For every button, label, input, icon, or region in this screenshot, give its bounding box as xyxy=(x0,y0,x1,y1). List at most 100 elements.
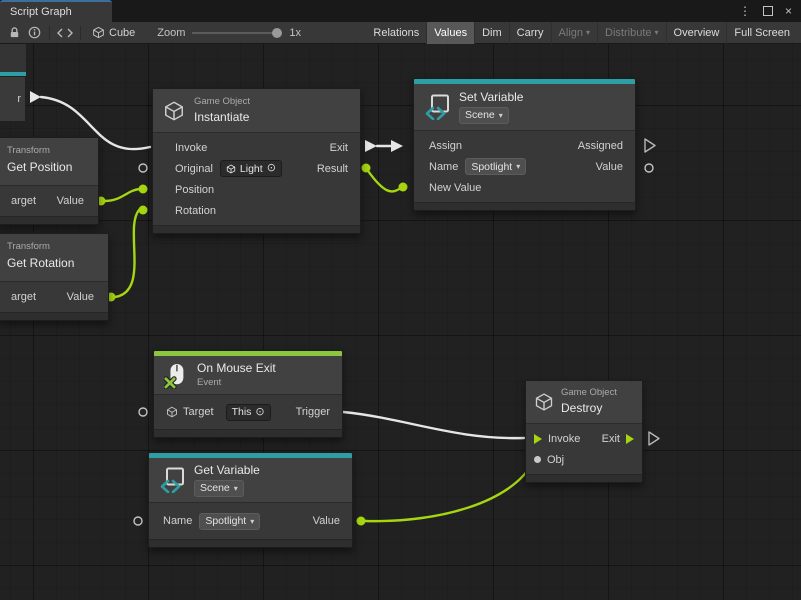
maximize-icon[interactable] xyxy=(763,6,773,16)
node-footer xyxy=(0,312,108,320)
pin-position-input[interactable] xyxy=(139,185,148,194)
node-footer xyxy=(154,429,342,437)
wire-getposition-to-position[interactable] xyxy=(105,189,140,201)
name-port-label: Name xyxy=(429,161,458,173)
graph-owner: Cube xyxy=(92,26,135,39)
flow-arrow-icon[interactable] xyxy=(534,434,542,444)
fragment-port-label: r xyxy=(17,93,21,105)
node-header: Game Object Instantiate xyxy=(153,89,360,132)
zoom-slider-handle[interactable] xyxy=(272,28,282,38)
tab-bar: Script Graph ⋮ × xyxy=(0,0,801,22)
variable-name-dropdown[interactable]: Spotlight ▾ xyxy=(465,158,526,175)
close-icon[interactable]: × xyxy=(785,5,792,17)
original-object-field[interactable]: Light ⊙ xyxy=(220,160,282,177)
chevron-down-icon: ▾ xyxy=(250,517,254,526)
node-on-mouse-exit[interactable]: On Mouse Exit Event Target This ⊙ Trigge… xyxy=(153,350,343,438)
obj-port-label: Obj xyxy=(547,454,564,466)
zoom-label: Zoom xyxy=(157,27,185,39)
obj-port-pin[interactable] xyxy=(534,456,541,463)
edge-node-fragment[interactable]: r xyxy=(0,76,26,122)
pin-rotation-input[interactable] xyxy=(139,206,148,215)
pin-target-input[interactable] xyxy=(139,408,147,416)
node-ports: arget Value xyxy=(0,281,108,312)
pin-value-output-get-variable[interactable] xyxy=(357,517,366,526)
zoom-slider[interactable] xyxy=(192,26,282,40)
tab-script-graph[interactable]: Script Graph xyxy=(0,0,112,22)
zoom-slider-track[interactable] xyxy=(192,32,282,34)
window-menu-icon[interactable]: ⋮ xyxy=(739,5,751,17)
original-port-label: Original xyxy=(175,163,213,175)
target-object-field[interactable]: This ⊙ xyxy=(226,404,271,421)
chevron-down-icon: ▾ xyxy=(234,484,238,493)
chevron-down-icon: ▾ xyxy=(655,28,659,37)
port-row: Invoke Exit xyxy=(153,137,360,158)
overview-button[interactable]: Overview xyxy=(666,22,727,44)
node-get-variable[interactable]: Get Variable Scene ▾ Name Spotlight ▾ Va… xyxy=(148,452,353,548)
variable-name-value: Spotlight xyxy=(205,515,246,527)
pin-value-output-set-variable[interactable] xyxy=(645,164,653,172)
result-port-label: Result xyxy=(317,163,348,175)
pin-new-value-input[interactable] xyxy=(399,183,408,192)
scope-value: Scene xyxy=(465,109,495,121)
position-port-label: Position xyxy=(175,184,214,196)
node-ports: Target This ⊙ Trigger xyxy=(154,394,342,429)
lock-icon[interactable] xyxy=(4,23,24,43)
object-picker-icon[interactable]: ⊙ xyxy=(267,163,276,174)
node-ports: Name Spotlight ▾ Value xyxy=(149,502,352,539)
node-instantiate[interactable]: Game Object Instantiate Invoke Exit Orig… xyxy=(152,88,361,234)
pin-exit-output-destroy[interactable] xyxy=(649,432,659,445)
pin-flow-output-fragment[interactable] xyxy=(30,91,41,103)
node-title: Get Rotation xyxy=(7,256,100,270)
variable-icon xyxy=(159,467,185,493)
pin-name-input[interactable] xyxy=(134,517,142,525)
node-get-rotation[interactable]: Transform Get Rotation arget Value xyxy=(0,233,109,321)
dim-button[interactable]: Dim xyxy=(474,22,509,44)
graph-toolbar: Cube Zoom 1x Relations Values Dim Carry … xyxy=(0,22,801,44)
node-set-variable[interactable]: Set Variable Scene ▾ Assign Assigned Nam… xyxy=(413,78,636,211)
port-row: Name Spotlight ▾ Value xyxy=(414,156,635,177)
relations-button[interactable]: Relations xyxy=(366,22,426,44)
port-row: Assign Assigned xyxy=(414,135,635,156)
variable-scope-dropdown[interactable]: Scene ▾ xyxy=(459,107,509,124)
variable-icon xyxy=(424,94,450,120)
node-header: Set Variable Scene ▾ xyxy=(414,84,635,130)
node-category: Transform xyxy=(7,242,100,253)
node-header: Transform Get Position xyxy=(0,138,98,185)
graph-canvas[interactable]: r Transform Get Position arget Value Tra… xyxy=(0,44,801,600)
node-header: On Mouse Exit Event xyxy=(154,356,342,394)
variable-name-value: Spotlight xyxy=(471,161,512,173)
toolbar-divider xyxy=(80,26,81,40)
mouse-exit-icon xyxy=(164,362,188,389)
pin-original-input[interactable] xyxy=(139,164,147,172)
fullscreen-button[interactable]: Full Screen xyxy=(726,22,797,44)
zoom-value: 1x xyxy=(289,27,301,39)
node-title: On Mouse Exit xyxy=(197,361,276,375)
info-icon[interactable] xyxy=(24,23,44,43)
code-icon[interactable] xyxy=(55,23,75,43)
trigger-port-label: Trigger xyxy=(296,406,330,418)
node-get-position[interactable]: Transform Get Position arget Value xyxy=(0,137,99,225)
wire-result-to-newvalue[interactable] xyxy=(366,168,402,191)
variable-name-dropdown[interactable]: Spotlight ▾ xyxy=(199,513,260,530)
pin-assigned-output[interactable] xyxy=(645,139,655,152)
node-ports: Assign Assigned Name Spotlight ▾ Value N… xyxy=(414,130,635,202)
flow-arrow-icon[interactable] xyxy=(626,434,634,444)
values-button[interactable]: Values xyxy=(426,22,474,44)
pin-exit-output-instantiate[interactable] xyxy=(365,140,377,152)
variable-scope-dropdown[interactable]: Scene ▾ xyxy=(194,480,244,497)
node-destroy[interactable]: Game Object Destroy Invoke Exit Obj xyxy=(525,380,643,483)
object-picker-icon[interactable]: ⊙ xyxy=(255,407,264,418)
port-row: arget Value xyxy=(0,186,98,216)
wire-getvariable-to-obj[interactable] xyxy=(365,462,533,521)
wire-trigger-to-invoke[interactable] xyxy=(343,412,524,438)
chevron-down-icon: ▾ xyxy=(499,111,503,120)
pin-result-output[interactable] xyxy=(362,164,371,173)
carry-button[interactable]: Carry xyxy=(509,22,551,44)
pin-assign-input[interactable] xyxy=(391,140,403,152)
wire-getrotation-to-rotation[interactable] xyxy=(115,210,139,297)
window-controls: ⋮ × xyxy=(730,0,801,22)
cube-icon xyxy=(226,164,236,174)
edge-node-fragment-header[interactable] xyxy=(0,44,27,72)
tab-title: Script Graph xyxy=(10,6,72,18)
port-row: Invoke Exit xyxy=(526,428,642,449)
